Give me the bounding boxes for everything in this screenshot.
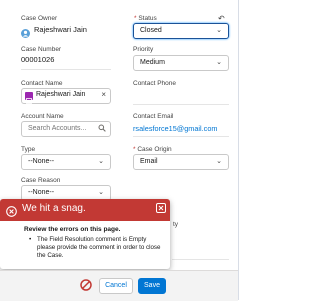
bullet-icon: • (29, 236, 32, 243)
undo-icon[interactable]: ↶ (218, 14, 225, 23)
status-label: * Status (134, 15, 157, 22)
contact-email-link[interactable]: rsalesforce15@gmail.com (133, 124, 217, 133)
search-icon (98, 124, 106, 138)
contact-phone-label: Contact Phone (133, 80, 177, 87)
error-popover: We hit a snag. Review the errors on this… (0, 199, 170, 269)
case-origin-label: * Case Origin (133, 146, 172, 153)
form-footer: Cancel Save (0, 270, 238, 301)
priority-select[interactable]: Medium ⌄ (133, 55, 229, 71)
error-message: The Field Resolution comment is Empty pl… (37, 236, 161, 259)
chevron-down-icon: ⌄ (98, 189, 104, 196)
chevron-down-icon: ⌄ (216, 59, 222, 66)
field-divider (21, 69, 111, 70)
field-divider (172, 259, 229, 260)
user-avatar-icon (21, 25, 30, 38)
case-number-value: 00001026 (21, 55, 55, 64)
priority-label: Priority (133, 46, 154, 53)
account-name-label: Account Name (21, 113, 64, 120)
contact-icon (25, 92, 33, 104)
account-search-input[interactable]: Search Accounts... (21, 121, 111, 137)
case-reason-label: Case Reason (21, 177, 61, 184)
field-divider (133, 104, 229, 105)
partial-field-label: ty (173, 221, 179, 228)
close-icon[interactable] (156, 203, 166, 213)
case-owner-value[interactable]: Rajeshwari Jain (34, 25, 87, 34)
chevron-down-icon: ⌄ (216, 27, 222, 34)
status-select[interactable]: Closed ⌄ (133, 23, 229, 39)
chevron-down-icon: ⌄ (216, 158, 222, 165)
contact-name-value: Rajeshwari Jain (36, 91, 86, 98)
error-heading: Review the errors on this page. (24, 226, 121, 233)
case-owner-label: Case Owner (21, 15, 58, 22)
case-origin-select[interactable]: Email ⌄ (133, 154, 229, 170)
type-select[interactable]: --None-- ⌄ (21, 154, 111, 170)
contact-name-lookup[interactable]: Rajeshwari Jain × (21, 88, 111, 104)
error-popover-header: We hit a snag. (0, 199, 170, 221)
clear-icon[interactable]: × (101, 90, 106, 99)
type-label: Type (21, 146, 36, 153)
contact-email-label: Contact Email (133, 113, 174, 120)
cancel-button[interactable]: Cancel (99, 278, 133, 294)
error-indicator-icon[interactable] (80, 278, 92, 291)
case-edit-form: Case Owner Rajeshwari Jain * Status ↶ Cl… (0, 0, 247, 301)
scrollbar-track[interactable] (238, 0, 239, 300)
error-icon (6, 204, 17, 217)
save-button[interactable]: Save (138, 278, 166, 294)
chevron-down-icon: ⌄ (98, 158, 104, 165)
field-divider (133, 136, 229, 137)
error-title: We hit a snag. (22, 203, 86, 214)
case-number-label: Case Number (21, 46, 62, 53)
contact-name-label: Contact Name (21, 80, 63, 87)
